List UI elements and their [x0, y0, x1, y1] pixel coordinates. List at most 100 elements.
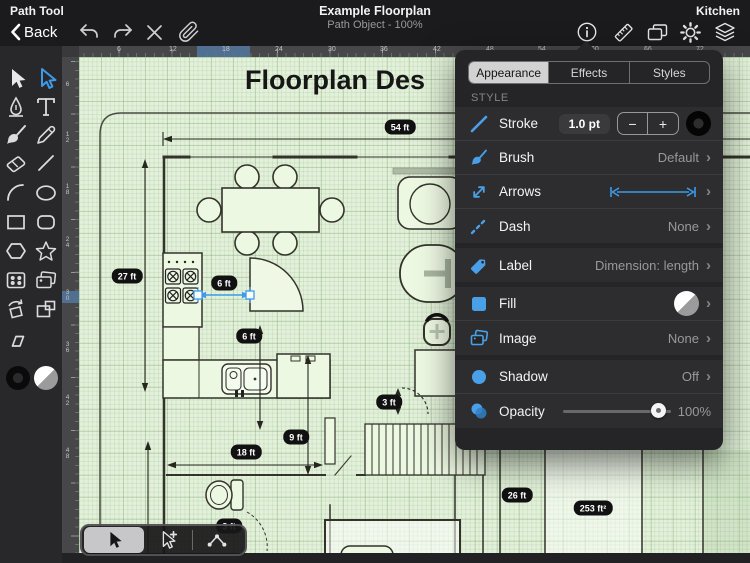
- back-label: Back: [24, 24, 57, 41]
- inspector-row-opacity[interactable]: Opacity 100%: [455, 394, 723, 428]
- inspector-row-brush[interactable]: Brush Default›: [455, 141, 723, 175]
- dimension-label[interactable]: 9 ft: [283, 430, 309, 445]
- tool-polygon[interactable]: [2, 237, 30, 265]
- tool-star[interactable]: [32, 237, 60, 265]
- edit-nodes-mode-button[interactable]: [193, 526, 241, 554]
- row-label: Image: [499, 331, 537, 346]
- kitchen-counter[interactable]: [163, 354, 330, 398]
- stroke-icon: [469, 114, 499, 134]
- floorplan-title-text[interactable]: Floorplan Des: [245, 65, 425, 96]
- tool-pencil[interactable]: [32, 121, 60, 149]
- inspector-row-arrows[interactable]: Arrows ›: [455, 175, 723, 209]
- desk-chair[interactable]: [424, 315, 450, 345]
- dimension-label[interactable]: 27 ft: [112, 269, 143, 284]
- attachment-button[interactable]: [178, 20, 200, 44]
- area-label[interactable]: 253 ft²: [574, 501, 613, 516]
- ruler-label: 30: [64, 289, 71, 301]
- cabinet[interactable]: [163, 327, 199, 360]
- ruler-label: 18: [64, 183, 71, 195]
- selection-handle[interactable]: [194, 291, 202, 299]
- stroke-increase-button[interactable]: +: [648, 113, 678, 134]
- arrow-style-preview: [607, 185, 699, 199]
- dimension-label[interactable]: 18 ft: [231, 445, 262, 460]
- inspector-row-image[interactable]: Image None›: [455, 321, 723, 355]
- bathtub[interactable]: [341, 546, 393, 553]
- tool-select-arrow[interactable]: [2, 64, 30, 92]
- paperclip-icon: [178, 21, 200, 43]
- opacity-slider[interactable]: [563, 403, 671, 419]
- tool-image[interactable]: [32, 266, 60, 294]
- armchair[interactable]: [398, 177, 462, 229]
- tool-brush[interactable]: [2, 121, 30, 149]
- row-value: Off: [682, 369, 699, 384]
- dining-set[interactable]: [197, 165, 344, 255]
- layers-button[interactable]: [713, 20, 737, 44]
- tool-rectangle[interactable]: [2, 208, 30, 236]
- ruler-label: 18: [222, 46, 230, 53]
- tool-skew[interactable]: [2, 327, 30, 355]
- stroke-decrease-button[interactable]: −: [618, 113, 648, 134]
- row-label: Fill: [499, 296, 516, 311]
- ruler-corner: [62, 46, 79, 57]
- inspector-row-shadow[interactable]: Shadow Off›: [455, 360, 723, 394]
- row-label: Label: [499, 258, 532, 273]
- selection-handle[interactable]: [246, 291, 254, 299]
- dash-icon: [469, 216, 499, 236]
- inspector-row-dash[interactable]: Dash None›: [455, 209, 723, 243]
- tab-styles[interactable]: Styles: [630, 62, 709, 83]
- undo-button[interactable]: [78, 20, 100, 44]
- stroke-color-swatch[interactable]: [686, 111, 711, 136]
- tool-eraser[interactable]: [2, 149, 30, 177]
- tool-scale[interactable]: [32, 295, 60, 323]
- opacity-slider-knob[interactable]: [651, 403, 666, 418]
- close-icon: [146, 24, 163, 41]
- dimension-label-selected[interactable]: 6 ft: [211, 276, 237, 291]
- inspector-row-stroke[interactable]: Stroke 1.0 pt − +: [455, 107, 723, 141]
- delete-button[interactable]: [146, 20, 163, 44]
- stroke-stepper: − +: [617, 112, 679, 135]
- chevron-right-icon: ›: [706, 258, 711, 273]
- row-value: None: [668, 219, 699, 234]
- redo-button[interactable]: [112, 20, 134, 44]
- stroke-width-value[interactable]: 1.0 pt: [559, 114, 610, 134]
- back-button[interactable]: Back: [10, 20, 57, 44]
- select-mode-button-active[interactable]: [84, 527, 144, 553]
- dimension-label[interactable]: 6 ft: [236, 329, 262, 344]
- dimensions-button[interactable]: [612, 20, 635, 44]
- ruler-label: 24: [64, 236, 71, 248]
- toilet[interactable]: [206, 480, 243, 510]
- context-label: Kitchen: [696, 4, 740, 18]
- inspector-row-fill[interactable]: Fill ›: [455, 287, 723, 321]
- brush-icon: [469, 148, 499, 168]
- tool-arc[interactable]: [2, 179, 30, 207]
- chevron-right-icon: ›: [706, 296, 711, 311]
- tab-appearance[interactable]: Appearance: [469, 62, 549, 83]
- stove[interactable]: [163, 253, 202, 327]
- tool-text[interactable]: [32, 93, 60, 121]
- dimension-label[interactable]: 54 ft: [385, 120, 416, 135]
- row-label: Opacity: [499, 404, 545, 419]
- add-anchor-mode-button[interactable]: [144, 526, 192, 554]
- tool-rotate[interactable]: [2, 295, 30, 323]
- tool-pen[interactable]: [2, 93, 30, 121]
- pages-button[interactable]: [646, 20, 669, 44]
- tool-line[interactable]: [32, 149, 60, 177]
- fill-color-well[interactable]: [34, 366, 58, 390]
- tab-effects[interactable]: Effects: [549, 62, 629, 83]
- tool-direct-select-arrow-selected[interactable]: [32, 64, 60, 92]
- tool-palette: [0, 46, 62, 563]
- dimension-label[interactable]: 26 ft: [502, 488, 533, 503]
- dimension-label[interactable]: 3 ft: [376, 395, 402, 410]
- tool-pattern[interactable]: [2, 266, 30, 294]
- row-value: None: [668, 331, 699, 346]
- tool-rounded-rectangle[interactable]: [32, 208, 60, 236]
- door-swing[interactable]: [250, 258, 303, 311]
- tool-ellipse[interactable]: [32, 179, 60, 207]
- ruler-icon: [612, 21, 635, 44]
- inspector-row-label[interactable]: Label Dimension: length›: [455, 248, 723, 282]
- row-label: Dash: [499, 219, 531, 234]
- settings-button[interactable]: [679, 20, 702, 44]
- stroke-color-well[interactable]: [6, 366, 30, 390]
- fill-color-swatch[interactable]: [674, 291, 699, 316]
- ruler-label: 12: [64, 131, 71, 143]
